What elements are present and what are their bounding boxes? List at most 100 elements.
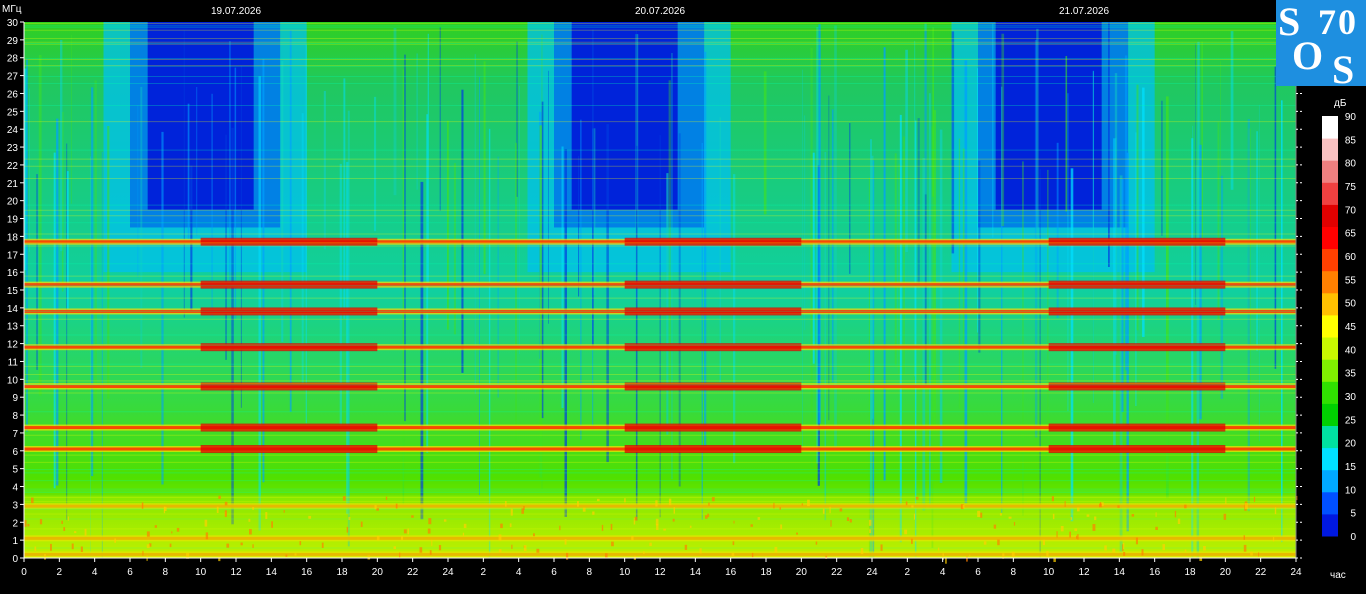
noise-speck [1177, 518, 1181, 524]
vertical-streak [564, 149, 567, 517]
noise-speck [34, 546, 37, 551]
vertical-streak [898, 163, 900, 374]
vertical-streak [262, 59, 265, 483]
noise-speck [655, 518, 659, 526]
noise-speck [869, 529, 872, 534]
thin-band [24, 480, 1296, 482]
colorbar: 0 5 10 15 20 25 30 35 40 45 50 55 60 65 70 75 80 85 90 [1322, 112, 1356, 543]
colorbar-tick-label: 75 [1345, 182, 1357, 193]
noise-speck [699, 548, 702, 554]
noise-speck [44, 554, 46, 560]
vertical-streak [420, 181, 424, 520]
noise-speck [1051, 496, 1054, 502]
colorbar-tick-label: 10 [1345, 485, 1357, 496]
vertical-streak [1220, 61, 1221, 249]
noise-speck [1070, 517, 1073, 520]
noise-speck [684, 544, 688, 550]
date-label: 21.07.2026 [1059, 6, 1109, 17]
vertical-streak [1124, 55, 1128, 371]
x-tick-label: 6 [975, 567, 981, 578]
vertical-streak [719, 117, 721, 382]
noise-speck [1243, 544, 1247, 552]
colorbar-segment [1322, 292, 1338, 316]
noise-speck [733, 520, 735, 524]
noise-speck [80, 546, 83, 552]
noise-speck [911, 505, 914, 508]
x-tick-label: 16 [725, 567, 737, 578]
noise-speck [801, 503, 803, 506]
x-tick-label: 14 [266, 567, 278, 578]
x-tick-label: 4 [92, 567, 98, 578]
x-tick-label: 18 [1184, 567, 1196, 578]
thin-band [24, 158, 1296, 160]
vertical-streak [816, 27, 819, 464]
band-peak [624, 445, 802, 454]
thin-band [24, 411, 1296, 413]
y-tick-label: 3 [12, 500, 18, 511]
vertical-streak [824, 152, 827, 521]
x-tick-label: 14 [1114, 567, 1126, 578]
noise-speck [655, 500, 658, 507]
noise-speck [668, 498, 672, 506]
vertical-streak [810, 47, 813, 468]
vertical-streak [561, 146, 564, 409]
x-tick-label: 24 [442, 567, 454, 578]
noise-speck [708, 502, 710, 506]
band-peak [200, 280, 378, 289]
thin-band [24, 83, 1296, 84]
noise-speck [536, 548, 540, 553]
y-tick-label: 13 [7, 322, 19, 333]
vertical-streak [161, 131, 164, 485]
logo-glyph: O [1292, 33, 1324, 78]
noise-speck [1244, 503, 1248, 510]
noise-speck [429, 550, 432, 555]
noise-speck [732, 541, 735, 546]
colorbar-tick-label: 15 [1345, 462, 1357, 473]
thin-band [24, 297, 1296, 299]
noise-speck [839, 508, 843, 512]
thin-band [24, 245, 1296, 247]
noise-speck [1042, 539, 1045, 546]
noise-speck [1092, 524, 1096, 531]
thin-band [24, 284, 1296, 286]
noise-speck [74, 531, 77, 534]
noise-speck [176, 527, 180, 532]
x-tick-label: 4 [940, 567, 946, 578]
colorbar-segment [1322, 270, 1338, 294]
y-tick-label: 23 [7, 143, 19, 154]
noise-speck [611, 541, 614, 547]
noise-speck [285, 554, 288, 557]
vertical-streak [1001, 33, 1005, 227]
x-tick-label: 22 [1255, 567, 1267, 578]
colorbar-segment [1322, 403, 1338, 426]
y-tick-label: 0 [12, 554, 18, 565]
noise-speck [348, 516, 351, 520]
noise-speck [815, 541, 818, 545]
thin-band [24, 29, 1296, 31]
noise-speck [1258, 552, 1260, 557]
noise-speck [218, 495, 221, 499]
noise-speck [966, 556, 968, 562]
noise-speck [443, 519, 447, 522]
noise-speck [566, 552, 569, 560]
noise-speck [945, 557, 947, 564]
vertical-streak [701, 142, 703, 520]
vertical-streak [666, 173, 669, 435]
band-peak [1048, 423, 1226, 432]
noise-speck [1184, 504, 1187, 509]
noise-speck [663, 528, 666, 531]
band-peak [624, 280, 802, 289]
colorbar-segment [1322, 337, 1338, 360]
vertical-streak [1121, 179, 1124, 412]
x-tick-label: 20 [372, 567, 384, 578]
x-tick-label: 8 [163, 567, 169, 578]
vertical-streak [107, 126, 110, 399]
noise-speck [523, 545, 527, 551]
colorbar-tick-label: 50 [1345, 299, 1357, 310]
y-tick-label: 16 [7, 268, 19, 279]
y-tick-label: 27 [7, 72, 19, 83]
night-region [571, 22, 678, 210]
noise-speck [505, 501, 507, 507]
band-peak [1048, 343, 1226, 352]
vertical-streak [183, 30, 185, 318]
